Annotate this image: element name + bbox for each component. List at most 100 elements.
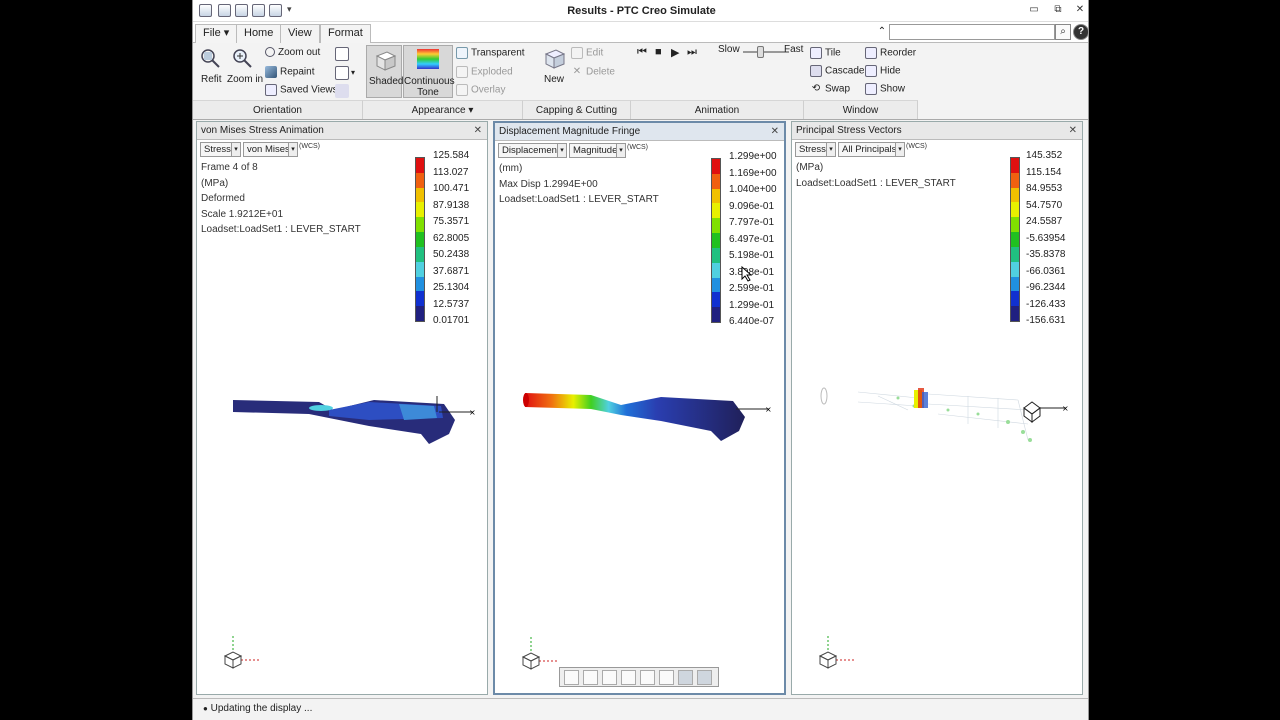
named-view-chevron-down-icon[interactable]: ▾ — [351, 68, 355, 77]
minimize-icon[interactable]: ▭ — [1026, 3, 1042, 17]
speed-slow-label: Slow — [718, 44, 740, 55]
cascade-button[interactable]: Cascade — [810, 65, 864, 77]
animation-stop-icon[interactable]: ■ — [655, 46, 662, 58]
legend-color-cell — [1011, 172, 1019, 188]
hide-button[interactable]: Hide — [865, 65, 901, 77]
von-mises-panel[interactable]: von Mises Stress Animation ✕ Stress ▾ von… — [196, 121, 488, 695]
legend-color-cell — [712, 277, 720, 293]
help-icon[interactable]: ? — [1073, 24, 1088, 40]
legend-value: -96.2344 — [1026, 282, 1066, 293]
zoom-in-button[interactable]: Zoom in — [227, 74, 263, 85]
legend-color-cell — [1011, 276, 1019, 292]
legend-color-cell — [416, 291, 424, 307]
legend-value: 115.154 — [1026, 166, 1062, 178]
continuous-tone-label: Continuous — [404, 76, 455, 87]
delete-icon: ✕ — [572, 66, 582, 77]
zoom-out-button[interactable]: Zoom out — [265, 47, 320, 58]
legend-value: 9.096e-01 — [729, 200, 775, 212]
search-icon[interactable]: ⌕ — [1055, 24, 1071, 40]
tile-icon — [810, 47, 822, 59]
legend-value: 24.5587 — [1026, 216, 1063, 227]
saved-views-icon[interactable] — [640, 670, 655, 685]
show-button[interactable]: Show — [865, 83, 905, 95]
quantity-select[interactable]: Stress — [200, 142, 232, 157]
fringe-legend — [711, 158, 721, 323]
reorder-button[interactable]: Reorder — [865, 47, 916, 59]
chevron-down-icon[interactable]: ▾ — [288, 142, 298, 157]
component-select[interactable]: von Mises — [243, 142, 289, 157]
chevron-down-icon[interactable]: ▾ — [895, 142, 905, 157]
zoom-out-icon[interactable] — [602, 670, 617, 685]
chevron-down-icon[interactable]: ▾ — [231, 142, 241, 157]
orientation-group-label: Orientation — [193, 100, 363, 119]
appearance-group-label[interactable]: Appearance ▾ — [363, 100, 523, 119]
spin-center-icon[interactable] — [697, 670, 712, 685]
legend-value: 6.497e-01 — [729, 233, 775, 245]
displacement-panel[interactable]: Displacement Magnitude Fringe ✕ Displacem… — [493, 121, 786, 695]
speed-fast-label: Fast — [784, 44, 804, 55]
legend-color-cell — [712, 262, 720, 278]
animation-start-icon[interactable]: ⏮ — [637, 46, 647, 59]
legend-value: -66.0361 — [1026, 265, 1066, 277]
legend-color-cell — [1011, 217, 1019, 233]
chevron-down-icon[interactable]: ▾ — [557, 143, 567, 158]
tab-home[interactable]: Home — [236, 24, 282, 43]
legend-color-cell — [416, 276, 424, 292]
chevron-down-icon[interactable]: ▾ — [826, 142, 836, 157]
repaint-icon[interactable] — [621, 670, 636, 685]
close-icon[interactable]: ✕ — [771, 123, 779, 141]
zoom-in-icon[interactable] — [583, 670, 598, 685]
tab-file[interactable]: File ▾ — [195, 24, 238, 43]
exploded-button[interactable]: Exploded — [456, 66, 513, 78]
search-toggle-icon[interactable]: ⌃ — [874, 25, 890, 41]
title-bar: ▾ Results - PTC Creo Simulate ▭ ⧉ ✕ — [193, 0, 1088, 22]
delete-button[interactable]: ✕ Delete — [571, 66, 615, 78]
view-manager-icon[interactable] — [335, 84, 349, 98]
principal-stress-panel[interactable]: Principal Stress Vectors ✕ Stress ▾ All P… — [791, 121, 1083, 695]
close-icon[interactable]: ✕ — [1069, 122, 1077, 140]
overlay-button[interactable]: Overlay — [456, 84, 505, 96]
continuous-tone-button[interactable]: Continuous Tone — [403, 45, 455, 98]
edit-icon — [571, 47, 583, 59]
new-button[interactable]: New — [544, 74, 564, 85]
wcs-label: (WCS) — [627, 144, 648, 151]
animation-speed-slider[interactable] — [743, 46, 789, 58]
edit-button[interactable]: Edit — [571, 47, 603, 59]
display-style-icon[interactable] — [678, 670, 693, 685]
cascade-icon — [810, 65, 822, 77]
legend-value: 84.9553 — [1026, 183, 1063, 194]
saved-views-button[interactable]: Saved Views — [265, 84, 338, 96]
animation-play-icon[interactable]: ▶ — [671, 46, 679, 59]
transparent-button[interactable]: Transparent — [456, 47, 525, 59]
transparent-icon — [456, 47, 468, 59]
restore-icon[interactable]: ⧉ — [1050, 3, 1066, 17]
component-select[interactable]: All Principals — [838, 142, 896, 157]
close-icon[interactable]: ✕ — [1072, 3, 1088, 17]
lever-model-displacement: × — [523, 393, 772, 441]
close-icon[interactable]: ✕ — [474, 122, 482, 140]
shaded-button[interactable]: Shaded — [366, 45, 403, 98]
chevron-down-icon[interactable]: ▾ — [616, 143, 626, 158]
legend-color-cell — [712, 203, 720, 219]
quantity-select[interactable]: Displacement — [498, 143, 558, 158]
refit-button[interactable]: Refit — [201, 74, 222, 85]
animation-end-icon[interactable]: ⏭ — [687, 46, 697, 59]
creo-results-window: ▾ Results - PTC Creo Simulate ▭ ⧉ ✕ File… — [192, 0, 1089, 720]
tab-format[interactable]: Format — [320, 24, 371, 43]
search-input[interactable] — [889, 24, 1055, 40]
quantity-select[interactable]: Stress — [795, 142, 827, 157]
info-line: Loadset:LoadSet1 : LEVER_START — [796, 178, 956, 189]
tab-view[interactable]: View — [280, 24, 320, 44]
refit-icon[interactable] — [564, 670, 579, 685]
speed-slider-thumb[interactable] — [756, 46, 764, 58]
named-view-icon[interactable] — [335, 66, 349, 80]
swap-button[interactable]: ⟲ Swap — [810, 83, 850, 95]
spin-icon[interactable] — [659, 670, 674, 685]
legend-color-cell — [1011, 187, 1019, 203]
repaint-button[interactable]: Repaint — [265, 66, 314, 78]
legend-value: -126.433 — [1026, 298, 1066, 310]
spin-center-icon[interactable] — [335, 47, 349, 61]
legend-value: 75.3571 — [433, 216, 470, 227]
component-select[interactable]: Magnitude — [569, 143, 617, 158]
tile-button[interactable]: Tile — [810, 47, 841, 59]
